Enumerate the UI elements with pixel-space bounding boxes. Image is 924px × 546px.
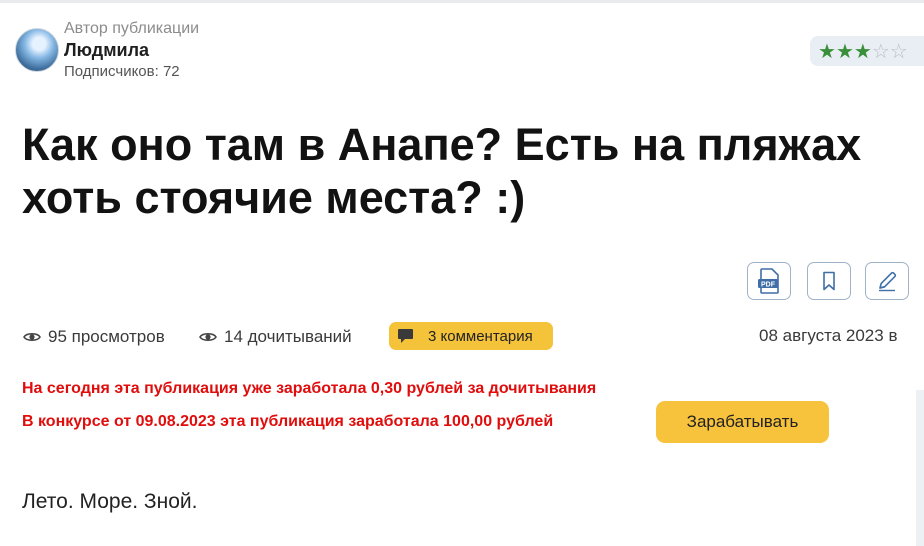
star-empty-icon: ☆ xyxy=(871,40,890,63)
star-empty-icon: ☆ xyxy=(889,40,908,63)
article-body-text: Лето. Море. Зной. xyxy=(22,490,198,513)
rating-stars[interactable]: ★ ★ ★ ☆ ☆ xyxy=(810,36,924,66)
pdf-icon: PDF xyxy=(758,268,779,294)
edit-button[interactable] xyxy=(865,262,909,300)
comments-button[interactable]: 3 комментария xyxy=(389,322,553,350)
pencil-icon xyxy=(879,271,897,292)
star-filled-icon: ★ xyxy=(853,40,872,63)
pdf-button[interactable]: PDF xyxy=(747,262,791,300)
pdf-icon-label: PDF xyxy=(761,281,776,288)
top-border xyxy=(0,0,924,3)
star-filled-icon: ★ xyxy=(818,40,836,63)
avatar[interactable] xyxy=(15,28,59,72)
views-count: 95 просмотров xyxy=(48,327,165,346)
earnings-today: На сегодня эта публикация уже заработала… xyxy=(22,380,597,397)
article-title: Как оно там в Анапе? Есть на пляжах хоть… xyxy=(22,119,862,223)
eye-icon xyxy=(199,333,217,341)
bookmark-button[interactable] xyxy=(807,262,851,300)
earn-button[interactable]: Зарабатывать xyxy=(656,401,829,443)
subscribers-count: Подписчиков: 72 xyxy=(64,63,180,80)
bookmark-icon xyxy=(823,271,835,291)
reads-count: 14 дочитываний xyxy=(224,327,352,346)
author-name[interactable]: Людмила xyxy=(64,40,149,61)
star-filled-icon: ★ xyxy=(835,40,854,63)
scrollbar-track[interactable] xyxy=(916,390,924,546)
comment-icon xyxy=(398,329,413,343)
author-caption: Автор публикации xyxy=(64,20,200,37)
views-stat: 95 просмотров xyxy=(23,326,165,348)
publish-date: 08 августа 2023 в xyxy=(759,326,898,345)
earnings-contest: В конкурсе от 09.08.2023 эта публикация … xyxy=(22,413,554,430)
comments-count: 3 комментария xyxy=(428,327,533,345)
eye-icon xyxy=(23,333,41,341)
reads-stat: 14 дочитываний xyxy=(199,326,352,348)
